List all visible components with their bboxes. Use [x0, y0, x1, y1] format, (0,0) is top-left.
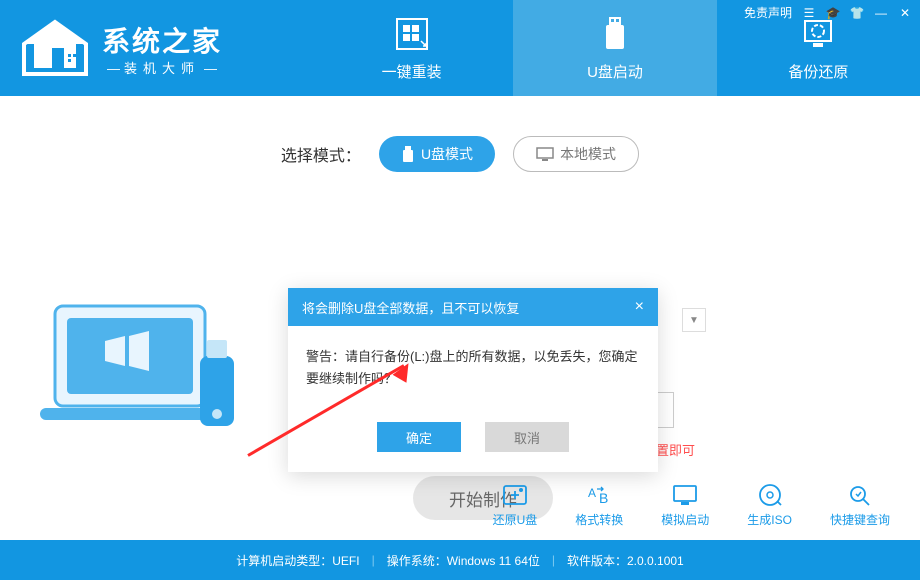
hotkey-icon	[846, 483, 874, 507]
svg-text:B: B	[599, 490, 608, 506]
logo-subtitle: 装机大师	[102, 58, 222, 77]
nav-label: 备份还原	[788, 61, 848, 82]
usb-mode-label: U盘模式	[421, 144, 473, 164]
tool-label: 格式转换	[575, 511, 623, 528]
logo-title: 系统之家	[102, 20, 222, 60]
app-header: 系统之家 装机大师 一键重装 U盘启动 备份还原 免责声明 ☰ 🎓 👕 — ✕	[0, 0, 920, 96]
minimize-icon[interactable]: —	[874, 6, 888, 20]
disclaimer-link[interactable]: 免责声明	[744, 4, 792, 21]
status-bar: 计算机启动类型：UEFI | 操作系统：Windows 11 64位 | 软件版…	[0, 540, 920, 580]
window-controls: 免责声明 ☰ 🎓 👕 — ✕	[744, 4, 912, 21]
restore-usb-icon	[501, 483, 529, 507]
tool-simulate-boot[interactable]: 模拟启动	[661, 483, 709, 528]
usb-small-icon	[401, 146, 415, 162]
nav-label: U盘启动	[587, 61, 643, 82]
dialog-close-button[interactable]: ×	[635, 298, 644, 316]
dialog-cancel-button[interactable]: 取消	[485, 422, 569, 452]
bottom-tools: 还原U盘 AB 格式转换 模拟启动 生成ISO 快捷键查询	[493, 483, 890, 528]
mode-label: 选择模式：	[281, 142, 361, 166]
tool-generate-iso[interactable]: 生成ISO	[747, 483, 792, 528]
close-icon[interactable]: ✕	[898, 6, 912, 20]
dialog-title-text: 将会删除U盘全部数据，且不可以恢复	[302, 298, 519, 317]
svg-text:A: A	[588, 486, 596, 500]
monitor-small-icon	[536, 147, 554, 161]
dropdown-arrow[interactable]: ▼	[682, 308, 706, 332]
simulate-boot-icon	[671, 483, 699, 507]
dialog-buttons: 确定 取消	[288, 416, 658, 472]
graduation-icon[interactable]: 🎓	[826, 6, 840, 20]
iso-icon	[756, 483, 784, 507]
local-mode-label: 本地模式	[560, 144, 616, 164]
tool-restore-usb[interactable]: 还原U盘	[493, 483, 538, 528]
tool-label: 还原U盘	[493, 511, 538, 528]
dialog-titlebar: 将会删除U盘全部数据，且不可以恢复 ×	[288, 288, 658, 326]
logo-area: 系统之家 装机大师	[0, 0, 310, 96]
tool-hotkey-query[interactable]: 快捷键查询	[830, 483, 890, 528]
windows-icon	[393, 15, 431, 53]
usb-drive-icon	[596, 15, 634, 53]
laptop-usb-illustration	[35, 296, 255, 466]
tool-format-convert[interactable]: AB 格式转换	[575, 483, 623, 528]
confirm-dialog: 将会删除U盘全部数据，且不可以恢复 × 警告：请自行备份(L:)盘上的所有数据，…	[288, 288, 658, 472]
nav-label: 一键重装	[382, 61, 442, 82]
tool-label: 模拟启动	[661, 511, 709, 528]
format-convert-icon: AB	[585, 483, 613, 507]
logo-house-icon	[20, 18, 90, 78]
menu-icon[interactable]: ☰	[802, 6, 816, 20]
skin-icon[interactable]: 👕	[850, 6, 864, 20]
dialog-body: 警告：请自行备份(L:)盘上的所有数据，以免丢失，您确定要继续制作吗？	[288, 326, 658, 416]
status-boot-type: 计算机启动类型：UEFI	[236, 552, 359, 569]
nav-usb-boot[interactable]: U盘启动	[513, 0, 716, 96]
dialog-ok-button[interactable]: 确定	[377, 422, 461, 452]
status-version: 软件版本：2.0.0.1001	[567, 552, 684, 569]
tool-label: 快捷键查询	[830, 511, 890, 528]
nav-reinstall[interactable]: 一键重装	[310, 0, 513, 96]
main-content: 选择模式： U盘模式 本地模式 ）26.91GB ▼ exFAT 认配置即可 开…	[0, 96, 920, 540]
status-os: 操作系统：Windows 11 64位	[387, 552, 540, 569]
tool-label: 生成ISO	[747, 511, 792, 528]
usb-mode-button[interactable]: U盘模式	[379, 136, 495, 172]
mode-selector: 选择模式： U盘模式 本地模式	[0, 136, 920, 172]
local-mode-button[interactable]: 本地模式	[513, 136, 639, 172]
